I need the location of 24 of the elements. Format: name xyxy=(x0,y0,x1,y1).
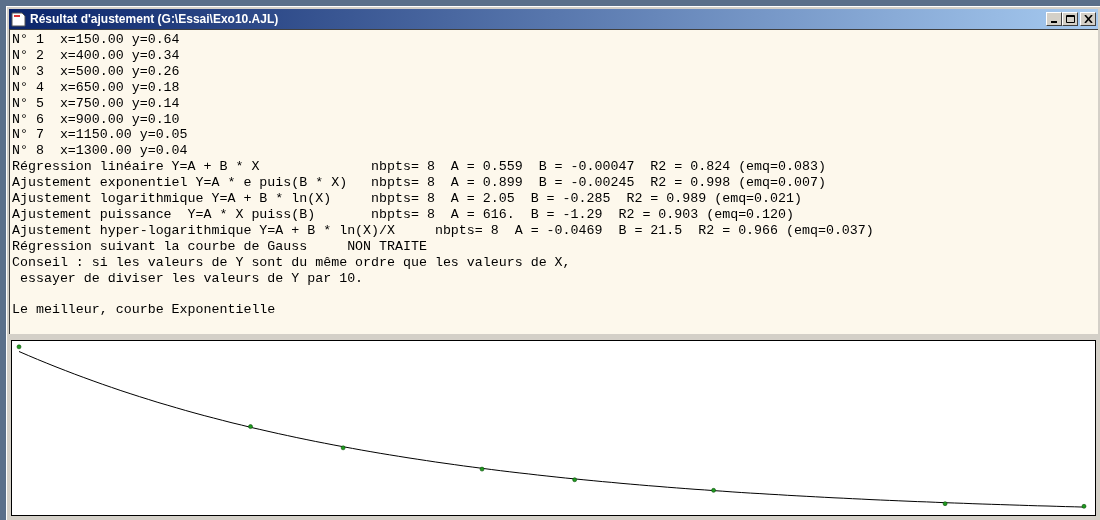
window-title: Résultat d'ajustement (G:\Essai\Exo10.AJL) xyxy=(30,11,279,28)
result-line: N° 7 x=1150.00 y=0.05 xyxy=(12,127,188,144)
result-line: Conseil : si les valeurs de Y sont du même ordre que les valeurs de X, xyxy=(12,254,571,271)
result-line: N° 6 x=900.00 y=0.10 xyxy=(12,111,180,128)
result-line: N° 2 x=400.00 y=0.34 xyxy=(12,47,180,64)
result-line: N° 1 x=150.00 y=0.64 xyxy=(12,32,180,48)
result-line: Régression suivant la courbe de Gauss NON TRAITE xyxy=(12,238,427,255)
close-button[interactable] xyxy=(1080,12,1096,26)
result-line: N° 3 x=500.00 y=0.26 xyxy=(12,63,180,80)
result-line: Ajustement logarithmique Y=A + B * ln(X) nbpts= 8 A = 2.05 B = -0.285 R2 = 0.989 (emq=0.021) xyxy=(12,191,802,207)
result-line: Régression linéaire Y=A + B * X nbpts= 8 A = 0.559 B = -0.00047 R2 = 0.824 (emq=0.083) xyxy=(12,159,826,176)
document-icon xyxy=(11,11,26,27)
close-icon xyxy=(1083,15,1093,23)
maximize-icon xyxy=(1065,15,1075,23)
minimize-button[interactable] xyxy=(1046,12,1062,26)
result-line: Ajustement hyper-logarithmique Y=A + B * ln(X)/X nbpts= 8 A = -0.0469 B = 21.5 R2 = 0.966 (emq=0.037) xyxy=(12,222,874,239)
result-line: Le meilleur, courbe Exponentielle xyxy=(12,302,276,319)
result-line: essayer de diviser les valeurs de Y par 10. xyxy=(18,270,364,287)
result-line: N° 5 x=750.00 y=0.14 xyxy=(12,95,180,112)
result-line: N° 8 x=1300.00 y=0.04 xyxy=(12,143,188,160)
result-line: Ajustement puissance Y=A * X puiss(B) nbpts= 8 A = 616. B = -1.29 R2 = 0.903 (emq=0.120) xyxy=(12,206,794,223)
maximize-button[interactable] xyxy=(1062,12,1078,26)
result-line: Ajustement exponentiel Y=A * e puis(B * X) nbpts= 8 A = 0.899 B = -0.00245 R2 = 0.998 (emq=0.007) xyxy=(12,175,826,192)
result-line: N° 4 x=650.00 y=0.18 xyxy=(12,79,180,96)
